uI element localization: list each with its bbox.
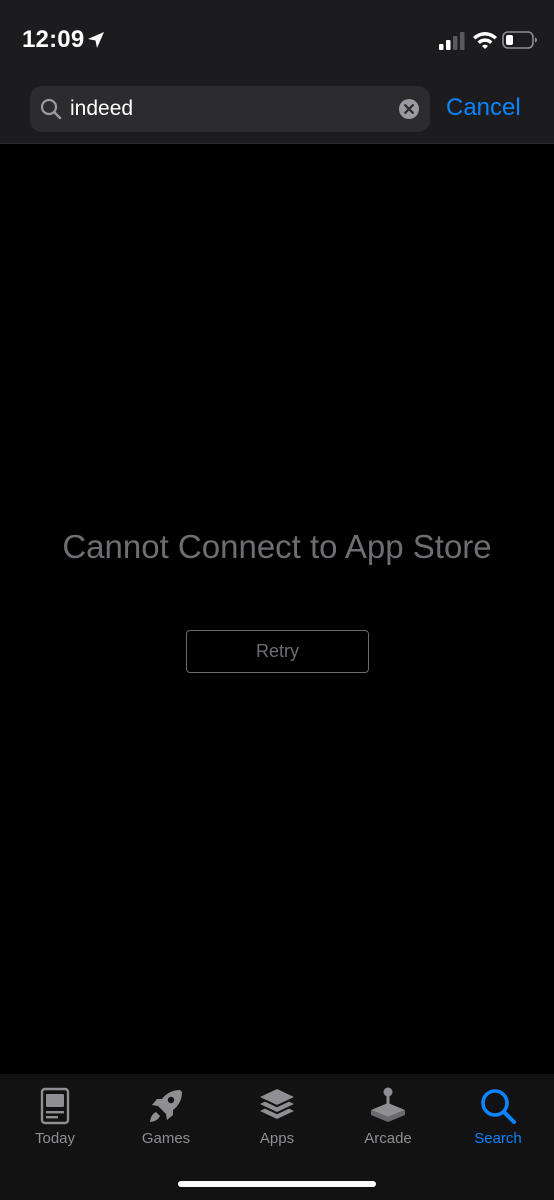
home-indicator[interactable]	[178, 1181, 376, 1187]
top-bar: 12:09 indeed Cancel	[0, 0, 554, 144]
search-bar[interactable]	[30, 86, 430, 132]
search-icon	[481, 1089, 516, 1124]
tab-arcade[interactable]: Arcade	[338, 1086, 438, 1156]
tab-today[interactable]: Today	[5, 1086, 105, 1156]
rocket-icon	[150, 1090, 182, 1122]
status-time: 12:09	[22, 26, 85, 53]
location-arrow-icon	[88, 32, 104, 48]
cellular-signal-icon	[439, 32, 465, 50]
today-icon	[40, 1087, 70, 1125]
error-title: Cannot Connect to App Store	[62, 528, 492, 565]
tab-label: Search	[474, 1130, 522, 1147]
joystick-icon	[371, 1087, 405, 1122]
retry-button[interactable]: Retry	[186, 630, 369, 673]
app-store-screen: 12:09 indeed Cancel Cannot Connect to Ap…	[0, 0, 554, 1200]
tab-label: Games	[141, 1130, 191, 1147]
status-bar: 12:09	[0, 0, 554, 80]
layers-icon	[260, 1089, 294, 1119]
battery-icon	[502, 31, 537, 49]
clear-icon[interactable]	[398, 98, 420, 120]
wifi-icon	[473, 32, 497, 49]
tab-label: Apps	[259, 1130, 295, 1147]
tab-search[interactable]: Search	[448, 1086, 548, 1156]
cancel-button[interactable]: Cancel	[446, 94, 521, 122]
tab-label: Today	[34, 1130, 76, 1147]
search-input[interactable]	[70, 94, 390, 124]
search-icon	[40, 98, 62, 120]
tab-games[interactable]: Games	[116, 1086, 216, 1156]
tab-apps[interactable]: Apps	[227, 1086, 327, 1156]
tab-label: Arcade	[364, 1130, 412, 1147]
